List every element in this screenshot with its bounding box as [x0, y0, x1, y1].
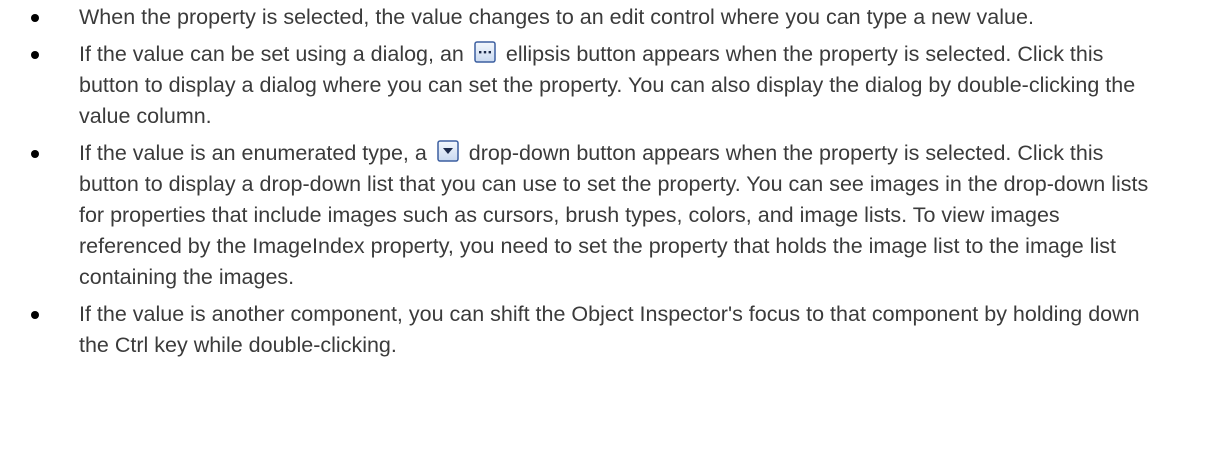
list-item-text: If the value is another component, you c… [79, 302, 1140, 357]
bullet-icon [31, 14, 39, 22]
dropdown-button-icon [437, 140, 459, 162]
bullet-icon [31, 311, 39, 319]
list-item: If the value can be set using a dialog, … [0, 39, 1208, 132]
bullet-icon [31, 51, 39, 59]
list-item-text: If the value is an enumerated type, a [79, 141, 427, 165]
list-item: If the value is another component, you c… [0, 299, 1208, 361]
list-item: If the value is an enumerated type, a dr… [0, 138, 1208, 293]
bullet-icon [31, 150, 39, 158]
ellipsis-button-icon [474, 41, 496, 63]
list-item: When the property is selected, the value… [0, 2, 1208, 33]
document-body: When the property is selected, the value… [0, 0, 1208, 450]
list-item-text: When the property is selected, the value… [79, 5, 1034, 29]
list-item-text: If the value can be set using a dialog, … [79, 42, 464, 66]
